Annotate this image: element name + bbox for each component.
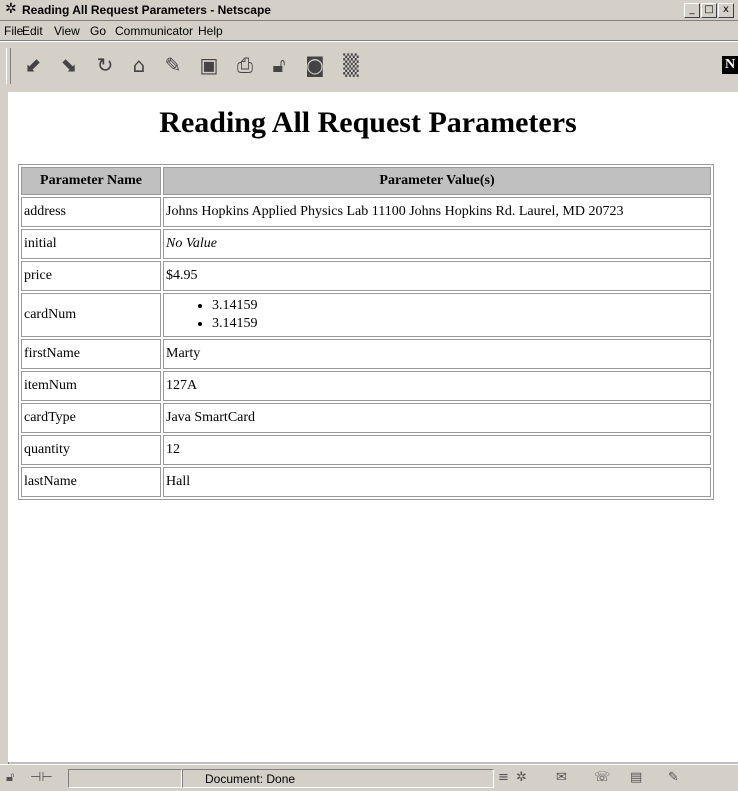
param-name: cardType	[21, 403, 161, 433]
shop-icon[interactable]: ◙	[302, 52, 328, 78]
menu-help[interactable]: Help	[198, 24, 223, 38]
param-name: itemNum	[21, 371, 161, 401]
browser-window: ✲ Reading All Request Parameters - Netsc…	[0, 0, 738, 791]
status-text: Document: Done	[205, 772, 296, 786]
param-value-list: 3.14159 3.14159	[163, 293, 711, 337]
progress-indicator	[68, 769, 182, 788]
navigation-toolbar: ⬋ ⬊ ↻ ⌂ ✎ ▣ ⎙ 🔓︎ ◙ ▒ N	[0, 41, 738, 93]
close-button[interactable]: x	[718, 3, 734, 18]
netscape-app-icon: ✲	[5, 1, 17, 17]
table-row: cardNum 3.14159 3.14159	[21, 293, 711, 337]
param-name: quantity	[21, 435, 161, 465]
window-title: Reading All Request Parameters - Netscap…	[22, 3, 271, 17]
status-bar: 🔓︎ ⊣⊢ Document: Done ≡ ✲ ✉ ☏ ▤ ✎	[0, 764, 738, 791]
security-icon[interactable]: 🔓︎	[266, 52, 292, 78]
title-bar: ✲ Reading All Request Parameters - Netsc…	[0, 0, 738, 21]
minimize-button[interactable]: _	[684, 3, 700, 18]
discussions-icon[interactable]: ☏	[594, 770, 610, 786]
table-row: cardType Java SmartCard	[21, 403, 711, 433]
window-controls: _ □ x	[684, 3, 734, 18]
parameters-table: Parameter Name Parameter Value(s) addres…	[18, 164, 714, 500]
back-icon[interactable]: ⬋	[20, 52, 46, 78]
value-list: 3.14159 3.14159	[166, 297, 708, 333]
table-row: lastName Hall	[21, 467, 711, 497]
edit-icon[interactable]: ✎	[668, 770, 679, 786]
security-lock-icon[interactable]: 🔓︎	[6, 770, 14, 786]
param-value: Johns Hopkins Applied Physics Lab 11100 …	[163, 197, 711, 227]
home-icon[interactable]: ⌂	[126, 52, 152, 78]
param-value: 12	[163, 435, 711, 465]
param-value: 127A	[163, 371, 711, 401]
table-row: itemNum 127A	[21, 371, 711, 401]
menu-edit[interactable]: Edit	[22, 24, 43, 38]
param-value: Java SmartCard	[163, 403, 711, 433]
column-header-value: Parameter Value(s)	[163, 167, 711, 195]
param-name: lastName	[21, 467, 161, 497]
reload-icon[interactable]: ↻	[92, 52, 118, 78]
menu-bar: File Edit View Go Communicator Help	[0, 21, 738, 41]
taskbar-icon[interactable]: ≡	[498, 770, 509, 786]
column-header-name: Parameter Name	[21, 167, 161, 195]
print-icon[interactable]: ⎙	[232, 52, 258, 78]
table-row: address Johns Hopkins Applied Physics La…	[21, 197, 711, 227]
connection-icon: ⊣⊢	[30, 770, 53, 785]
param-value: $4.95	[163, 261, 711, 291]
param-name: price	[21, 261, 161, 291]
page-title: Reading All Request Parameters	[159, 106, 577, 139]
param-value: Hall	[163, 467, 711, 497]
stop-icon[interactable]: ▒	[338, 52, 364, 78]
param-name: firstName	[21, 339, 161, 369]
menu-view[interactable]: View	[54, 24, 80, 38]
table-row: quantity 12	[21, 435, 711, 465]
navigator-icon[interactable]: ✲	[516, 770, 527, 786]
forward-icon[interactable]: ⬊	[56, 52, 82, 78]
maximize-button[interactable]: □	[701, 3, 717, 18]
my-netscape-icon[interactable]: ▣	[196, 52, 222, 78]
param-name: address	[21, 197, 161, 227]
table-header-row: Parameter Name Parameter Value(s)	[21, 167, 711, 195]
param-value: No Value	[163, 229, 711, 259]
toolbar-grip[interactable]	[6, 48, 11, 84]
param-value: Marty	[163, 339, 711, 369]
table-row: price $4.95	[21, 261, 711, 291]
param-name: cardNum	[21, 293, 161, 337]
mail-icon[interactable]: ✉	[556, 770, 567, 786]
menu-file[interactable]: File	[4, 24, 23, 38]
param-name: initial	[21, 229, 161, 259]
menu-go[interactable]: Go	[90, 24, 106, 38]
search-icon[interactable]: ✎	[160, 52, 186, 78]
netscape-logo[interactable]: N	[722, 56, 738, 74]
menu-communicator[interactable]: Communicator	[115, 24, 193, 38]
no-value-text: No Value	[166, 236, 217, 251]
page-content: Reading All Request Parameters Parameter…	[8, 92, 738, 762]
table-row: initial No Value	[21, 229, 711, 259]
table-row: firstName Marty	[21, 339, 711, 369]
composer-icon[interactable]: ▤	[630, 770, 642, 786]
list-item: 3.14159	[212, 315, 708, 333]
list-item: 3.14159	[212, 297, 708, 315]
